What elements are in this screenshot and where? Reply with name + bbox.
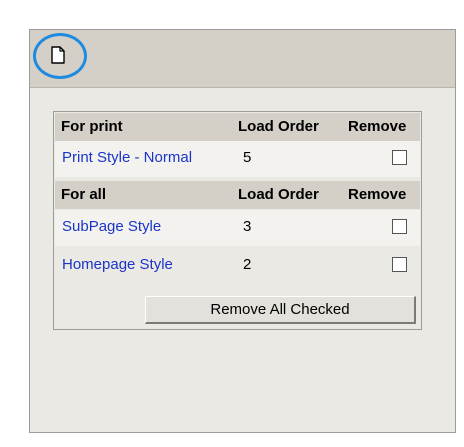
all-name-header: For all: [61, 186, 107, 203]
print-name-header: For print: [61, 118, 123, 135]
remove-checkbox[interactable]: [392, 257, 407, 272]
print-remove-header: Remove: [348, 118, 407, 135]
load-order-value: 2: [243, 256, 252, 273]
all-order-header: Load Order: [238, 186, 319, 203]
table-row: Homepage Style 2: [55, 248, 420, 284]
print-section-header: For print Load Order Remove: [55, 113, 420, 141]
remove-checkbox[interactable]: [392, 219, 407, 234]
table-row: Print Style - Normal 5: [55, 141, 420, 177]
all-remove-header: Remove: [348, 186, 407, 203]
style-link-subpage[interactable]: SubPage Style: [62, 218, 161, 235]
panel-header: [30, 30, 455, 88]
styles-panel: For print Load Order Remove Print Style …: [29, 29, 456, 433]
style-link-print-normal[interactable]: Print Style - Normal: [62, 149, 192, 166]
styles-table: For print Load Order Remove Print Style …: [53, 111, 422, 330]
print-order-header: Load Order: [238, 118, 319, 135]
load-order-value: 5: [243, 149, 252, 166]
table-row: SubPage Style 3: [55, 210, 420, 246]
remove-all-checked-button[interactable]: Remove All Checked: [145, 296, 416, 324]
load-order-value: 3: [243, 218, 252, 235]
style-link-homepage[interactable]: Homepage Style: [62, 256, 173, 273]
document-icon[interactable]: [50, 46, 66, 64]
all-section-header: For all Load Order Remove: [55, 181, 420, 209]
remove-checkbox[interactable]: [392, 150, 407, 165]
